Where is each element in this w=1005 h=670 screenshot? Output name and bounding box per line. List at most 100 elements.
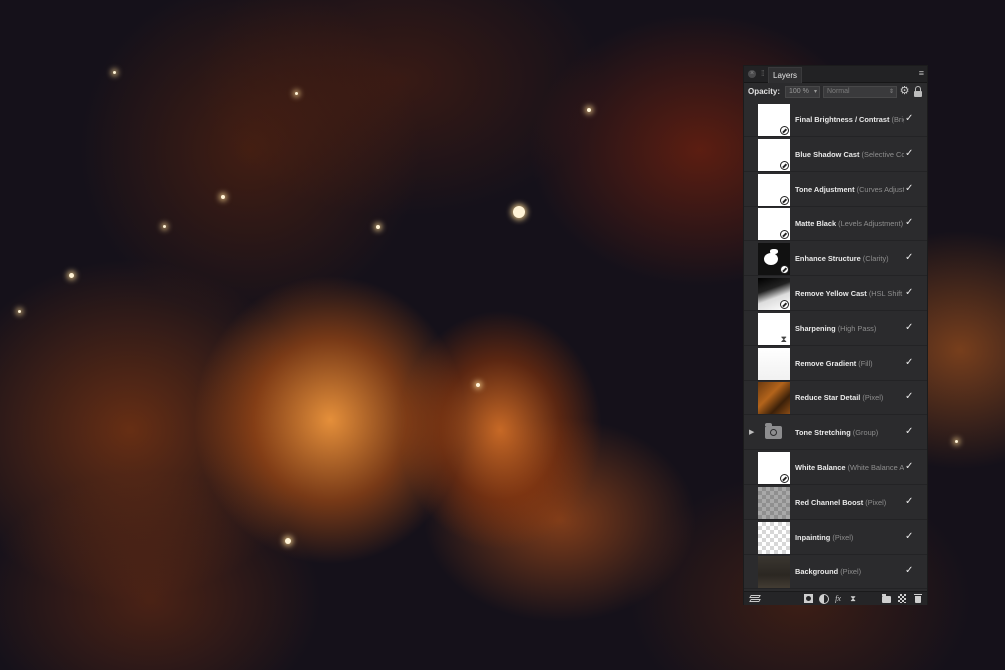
layer-label: Remove Gradient bbox=[795, 358, 857, 368]
visibility-checkbox[interactable]: ✓ bbox=[905, 427, 913, 437]
visibility-checkbox[interactable]: ✓ bbox=[905, 566, 913, 576]
adjustment-badge-icon bbox=[780, 160, 789, 170]
star bbox=[587, 108, 591, 112]
adjustment-badge-icon bbox=[780, 230, 789, 240]
gear-icon[interactable]: ⚙ bbox=[899, 86, 910, 97]
opacity-field[interactable]: 100 % ▾ bbox=[785, 86, 820, 98]
layer-type: (Pixel) bbox=[832, 532, 854, 542]
live-filter-badge-icon: ⧗ bbox=[780, 333, 787, 344]
layer-label: Enhance Structure bbox=[795, 254, 861, 264]
adjustment-badge-icon bbox=[780, 126, 789, 135]
layer-name: Inpainting (Pixel) bbox=[795, 533, 904, 545]
adjustment-icon[interactable] bbox=[819, 594, 829, 604]
layers-icon[interactable] bbox=[749, 594, 761, 603]
layer-label: Blue Shadow Cast bbox=[795, 149, 860, 159]
layer-type: (Pixel) bbox=[840, 567, 862, 577]
visibility-checkbox[interactable]: ✓ bbox=[905, 288, 913, 298]
layer-type: (Selective Colour Adjustment) bbox=[861, 149, 904, 159]
layer-row[interactable]: Enhance Structure (Clarity) ✓ bbox=[744, 242, 927, 277]
trash-icon[interactable] bbox=[913, 594, 923, 603]
layer-type: (Curves Adjustment) bbox=[856, 184, 904, 194]
layer-thumbnail: ⧗ bbox=[758, 312, 790, 345]
tab-layers[interactable]: Layers bbox=[768, 67, 803, 83]
layer-row[interactable]: Red Channel Boost (Pixel) ✓ bbox=[744, 486, 927, 520]
layer-type: (Clarity) bbox=[862, 254, 889, 264]
layer-label: Tone Stretching bbox=[795, 428, 851, 438]
layer-type: (High Pass) bbox=[837, 323, 877, 333]
layer-name: Red Channel Boost (Pixel) bbox=[795, 498, 904, 510]
layer-name: Final Brightness / Contrast (Brightness … bbox=[795, 115, 904, 127]
layer-options-row: Opacity: 100 % ▾ Normal ⇕ ⚙ bbox=[744, 83, 927, 101]
layer-row[interactable]: Matte Black (Levels Adjustment) ✓ bbox=[744, 207, 927, 242]
visibility-checkbox[interactable]: ✓ bbox=[905, 253, 913, 263]
visibility-checkbox[interactable]: ✓ bbox=[905, 462, 913, 472]
layer-type: (Levels Adjustment) bbox=[838, 219, 904, 229]
visibility-checkbox[interactable]: ✓ bbox=[905, 218, 913, 228]
adjustment-badge-icon bbox=[780, 265, 789, 275]
visibility-checkbox[interactable]: ✓ bbox=[905, 496, 913, 507]
layer-row[interactable]: Remove Gradient (Fill) ✓ bbox=[744, 347, 927, 381]
mask-icon[interactable] bbox=[804, 594, 814, 603]
layer-name: White Balance (White Balance Adjustment) bbox=[795, 463, 904, 475]
opacity-label: Opacity: bbox=[748, 87, 781, 96]
layer-type: (Group) bbox=[852, 428, 879, 438]
visibility-checkbox[interactable]: ✓ bbox=[905, 183, 913, 194]
layer-thumbnail bbox=[758, 173, 790, 206]
layer-row[interactable]: Inpainting (Pixel) ✓ bbox=[744, 521, 927, 555]
layer-row[interactable]: Final Brightness / Contrast (Brightness … bbox=[744, 103, 927, 137]
adjustment-badge-icon bbox=[780, 474, 789, 483]
layer-type: (White Balance Adjustment) bbox=[847, 463, 904, 472]
layer-label: Sharpening bbox=[795, 323, 836, 333]
star bbox=[295, 92, 298, 95]
blend-mode-value: Normal bbox=[827, 88, 850, 95]
close-icon[interactable]: × bbox=[748, 70, 756, 78]
grip-icon[interactable]: ⁞⁞ bbox=[761, 69, 765, 78]
visibility-checkbox[interactable]: ✓ bbox=[905, 114, 913, 124]
star bbox=[69, 273, 74, 278]
visibility-checkbox[interactable]: ✓ bbox=[905, 531, 913, 542]
panel-menu-icon[interactable]: ≡ bbox=[919, 68, 924, 79]
layer-name: Tone Adjustment (Curves Adjustment) bbox=[795, 185, 904, 197]
star bbox=[221, 195, 225, 199]
panel-footer: fx ⧗ bbox=[744, 591, 927, 605]
visibility-checkbox[interactable]: ✓ bbox=[905, 357, 913, 368]
chevron-down-icon: ▾ bbox=[813, 89, 817, 95]
layer-label: White Balance bbox=[795, 463, 846, 472]
layer-row[interactable]: Tone Adjustment (Curves Adjustment)✓ bbox=[744, 173, 927, 207]
group-icon[interactable] bbox=[882, 594, 892, 603]
layer-thumbnail bbox=[758, 417, 790, 449]
live-filter-icon[interactable]: ⧗ bbox=[848, 594, 858, 603]
opacity-value: 100 % bbox=[789, 88, 809, 95]
layer-row[interactable]: Reduce Star Detail (Pixel) ✓ bbox=[744, 381, 927, 416]
visibility-checkbox[interactable]: ✓ bbox=[905, 148, 913, 159]
fx-icon[interactable]: fx bbox=[833, 594, 843, 603]
layer-row[interactable]: ▶ Tone Stretching (Group) ✓ bbox=[744, 416, 927, 451]
layer-thumbnail bbox=[758, 138, 790, 171]
layer-label: Tone Adjustment bbox=[795, 184, 855, 194]
star bbox=[163, 225, 166, 228]
bright-star bbox=[513, 206, 525, 218]
layer-thumbnail bbox=[758, 486, 790, 519]
star bbox=[285, 538, 291, 544]
layers-panel: × ⁞⁞ Layers ≡ Opacity: 100 % ▾ Normal ⇕ … bbox=[743, 65, 928, 605]
layer-row[interactable]: Blue Shadow Cast (Selective Colour Adjus… bbox=[744, 138, 927, 172]
lock-icon[interactable] bbox=[913, 86, 923, 97]
layer-name: Remove Yellow Cast (HSL Shift Adjustment… bbox=[795, 289, 904, 301]
blend-mode-select[interactable]: Normal ⇕ bbox=[823, 86, 897, 98]
layer-type: (Pixel) bbox=[865, 497, 887, 507]
layer-thumbnail bbox=[758, 208, 790, 241]
star bbox=[376, 225, 380, 229]
layer-row[interactable]: ⧗ Sharpening (High Pass) ✓ bbox=[744, 312, 927, 346]
pixel-layer-icon[interactable] bbox=[898, 594, 906, 603]
visibility-checkbox[interactable]: ✓ bbox=[905, 392, 913, 402]
star bbox=[476, 383, 480, 387]
visibility-checkbox[interactable]: ✓ bbox=[905, 322, 913, 333]
panel-titlebar[interactable]: × ⁞⁞ Layers ≡ bbox=[744, 66, 927, 83]
expand-arrow-icon[interactable]: ▶ bbox=[749, 428, 754, 436]
group-folder-icon bbox=[765, 423, 782, 440]
layer-label: Inpainting bbox=[795, 532, 831, 542]
layer-row[interactable]: White Balance (White Balance Adjustment)… bbox=[744, 451, 927, 485]
layer-row[interactable]: Background (Pixel) ✓ bbox=[744, 555, 927, 590]
layer-row[interactable]: Remove Yellow Cast (HSL Shift Adjustment… bbox=[744, 277, 927, 311]
layer-name: Tone Stretching (Group) bbox=[795, 428, 904, 440]
